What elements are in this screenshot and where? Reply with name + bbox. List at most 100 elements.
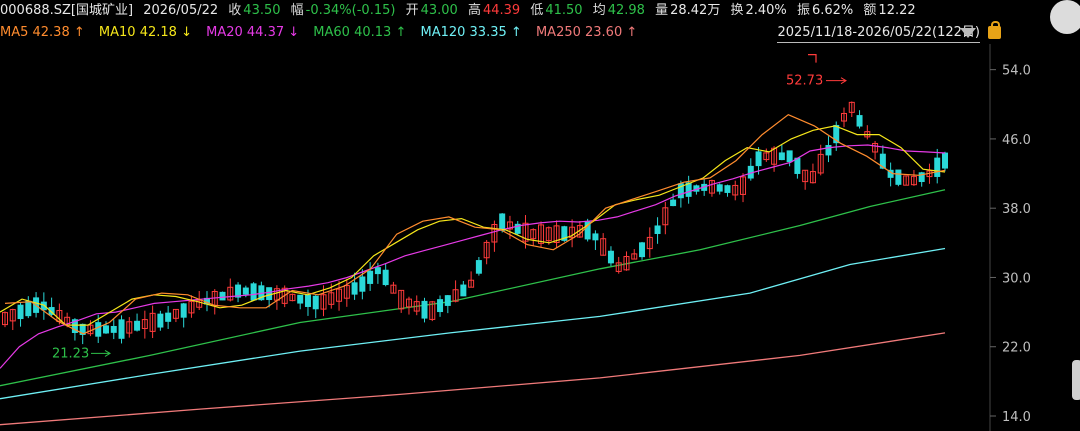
candle-body	[250, 283, 257, 301]
ma20-value: MA20 44.37	[206, 25, 285, 40]
avg-label: 均	[592, 3, 606, 18]
ma120-line	[0, 247, 946, 400]
candle-body	[716, 184, 723, 192]
low-value: 41.50	[545, 3, 583, 18]
candle-body	[724, 185, 731, 193]
ma250-legend: MA250 23.60 ↑	[536, 25, 637, 40]
high-price-label: 52.73	[786, 74, 823, 89]
quote-date: 2026/05/22	[143, 3, 219, 18]
amplitude-label: 振	[796, 3, 810, 18]
candle-body	[157, 313, 164, 328]
stock-code: 000688.SZ[国城矿业]	[0, 3, 134, 18]
open-label: 开	[405, 3, 419, 18]
candle-body	[297, 294, 304, 304]
y-tick-label-2: 38.0	[1002, 202, 1031, 217]
candle-body	[312, 295, 319, 310]
ma60-arrow: ↑	[395, 25, 407, 40]
candle-body	[444, 295, 451, 306]
candle-body	[460, 284, 467, 297]
low-label: 低	[530, 3, 544, 18]
change-label: 幅	[290, 3, 304, 18]
candle-body	[382, 269, 389, 286]
range-dropdown-icon[interactable]	[960, 28, 976, 38]
ma20-line	[0, 144, 946, 369]
ma5-value: MA5 42.38	[0, 25, 70, 40]
candle-body	[755, 151, 762, 167]
volume-label: 量	[655, 3, 669, 18]
high-value: 44.39	[482, 3, 521, 18]
ma10-value: MA10 42.18	[98, 25, 177, 40]
avg-value: 42.98	[607, 3, 645, 18]
candle-body	[794, 157, 801, 174]
ma60-line	[0, 189, 946, 387]
candle-body	[367, 270, 374, 284]
candle-body	[670, 199, 677, 207]
ma120-arrow: ↑	[510, 25, 522, 40]
candle-body	[242, 287, 249, 295]
change-value: -0.34%(-0.15)	[305, 3, 396, 18]
low-price-label: 21.23	[52, 346, 89, 361]
close-value: 43.50	[243, 3, 281, 18]
candle-body	[118, 319, 125, 339]
candle-body	[942, 152, 948, 169]
ma20-legend: MA20 44.37 ↓	[206, 25, 299, 40]
ma10-legend: MA10 42.18 ↓	[99, 25, 192, 40]
candle-body	[654, 225, 661, 234]
ma5-arrow: ↑	[73, 25, 85, 40]
close-label: 收	[228, 3, 242, 18]
candle-body	[351, 282, 358, 295]
candle-body	[639, 242, 646, 258]
candle-body	[934, 157, 941, 177]
amplitude-value: 6.62%	[811, 3, 854, 18]
kline-chart[interactable]: 54.0 46.0 38.0 30.0 22.0 14.0 52.73 21.23	[0, 44, 1080, 431]
candle-body	[134, 320, 141, 331]
date-range[interactable]: 2025/11/18-2026/05/22(122日)	[777, 24, 980, 43]
ma20-arrow: ↓	[288, 25, 300, 40]
y-tick-label-0: 54.0	[1002, 64, 1031, 79]
amount-value: 12.22	[878, 3, 916, 18]
ma5-legend: MA5 42.38 ↑	[0, 25, 85, 40]
candle-body	[895, 169, 902, 185]
turnover-value: 2.40%	[745, 3, 787, 18]
candle-body	[374, 267, 381, 275]
candle-body	[180, 303, 187, 318]
ma120-legend: MA120 33.35 ↑	[420, 25, 521, 40]
ma60-value: MA60 40.13	[313, 25, 392, 40]
amount-label: 额	[863, 3, 877, 18]
floating-button[interactable]	[1050, 0, 1080, 34]
candle-body	[359, 276, 366, 292]
candle-body	[778, 152, 785, 161]
candle-body	[304, 294, 311, 307]
candle-body	[475, 260, 482, 274]
ma250-line	[0, 332, 946, 426]
ma120-value: MA120 33.35	[420, 25, 507, 40]
candle-body	[499, 213, 506, 231]
high-marker-bracket	[808, 54, 817, 63]
lock-icon[interactable]	[988, 21, 1001, 39]
ma10-line	[0, 125, 946, 326]
y-tick-label-5: 14.0	[1002, 410, 1031, 425]
y-tick-label-1: 46.0	[1002, 133, 1031, 148]
candle-body	[219, 291, 226, 301]
candle-body	[437, 299, 444, 313]
candle-body	[421, 300, 428, 319]
volume-value: 28.42万	[670, 3, 721, 18]
candle-body	[607, 250, 614, 264]
y-tick-label-4: 22.0	[1002, 341, 1031, 356]
ma10-arrow: ↓	[181, 25, 192, 40]
candle-body	[786, 150, 793, 163]
candle-body	[25, 300, 32, 317]
ma60-legend: MA60 40.13 ↑	[313, 25, 406, 40]
candle-body	[110, 325, 117, 333]
ma250-value: MA250 23.60	[535, 25, 623, 40]
turnover-label: 换	[730, 3, 744, 18]
candle-body	[266, 287, 273, 301]
open-value: 43.00	[420, 3, 458, 18]
quote-header: 000688.SZ[国城矿业] 2026/05/22 收 43.50 幅 -0.34…	[0, 0, 1080, 22]
y-tick-label-3: 30.0	[1002, 271, 1031, 286]
candle-body	[165, 312, 172, 322]
high-label: 高	[467, 3, 481, 18]
candle-body	[592, 233, 599, 241]
ma250-arrow: ↑	[626, 25, 638, 40]
candle-body	[102, 325, 109, 334]
